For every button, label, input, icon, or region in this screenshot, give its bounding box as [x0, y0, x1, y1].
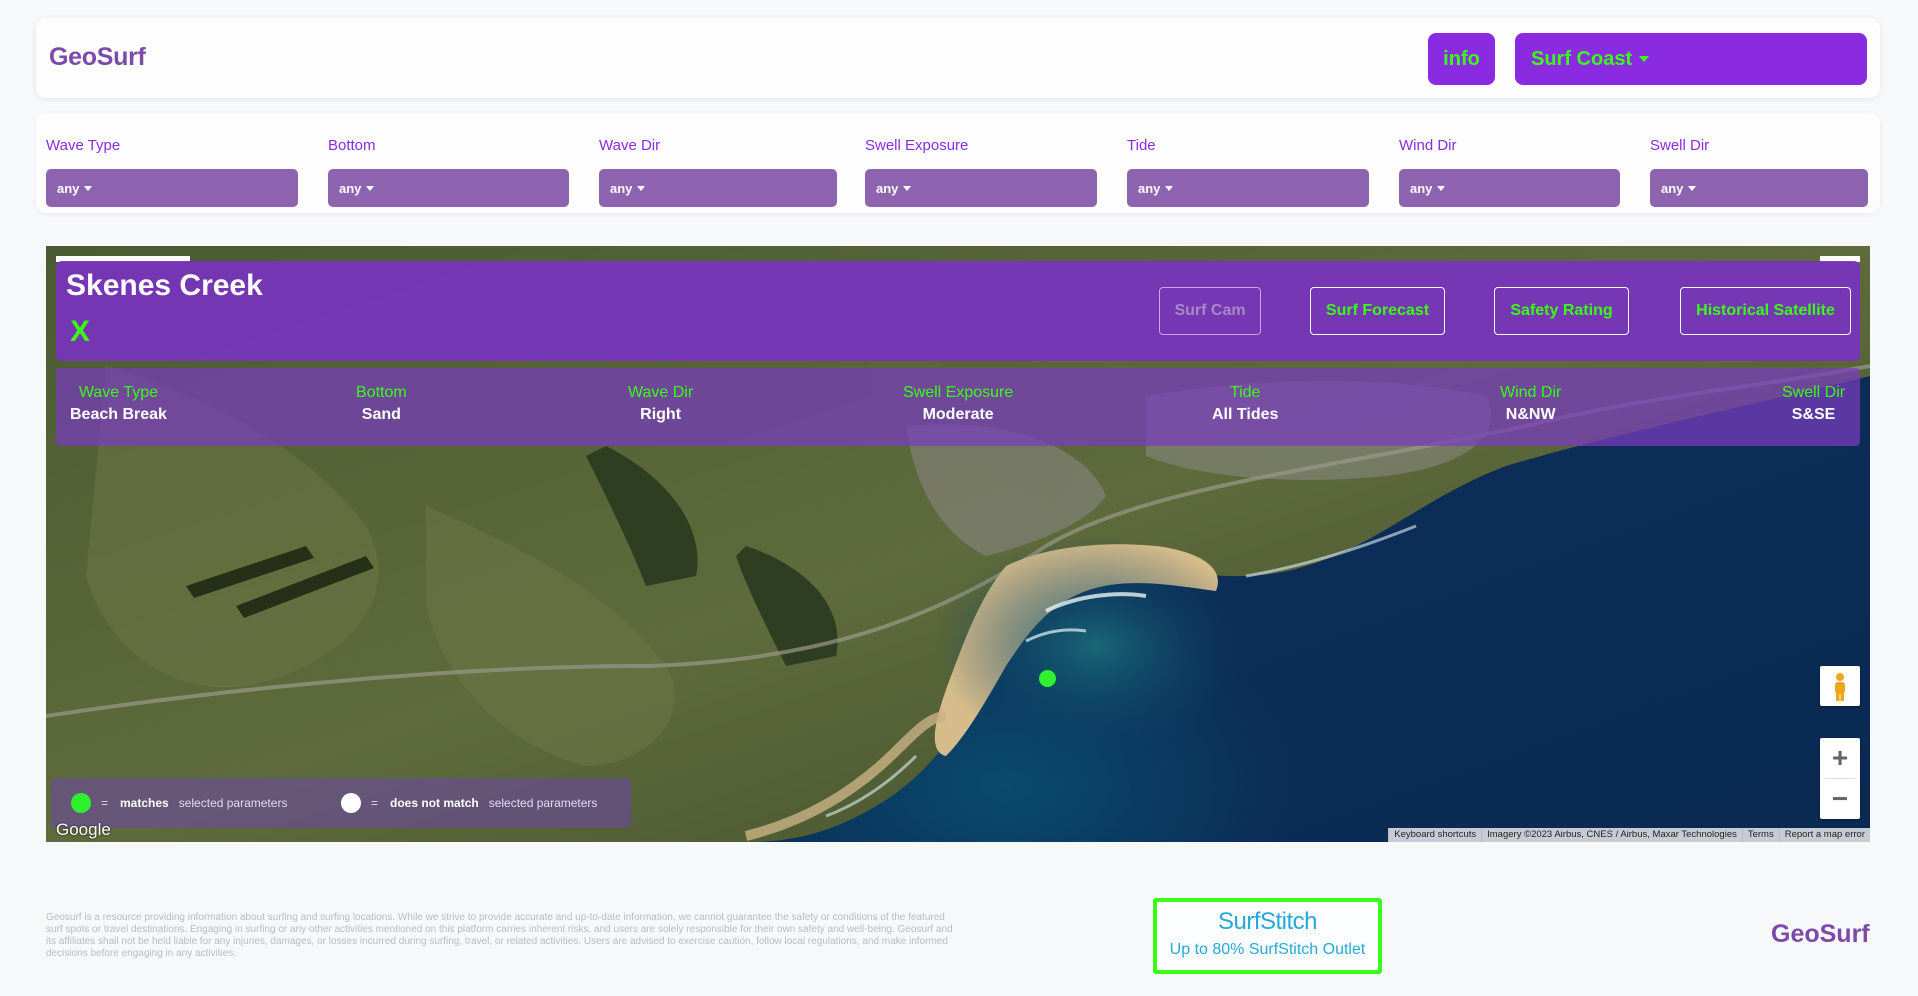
wind-dir-select[interactable]: any [1399, 169, 1620, 207]
imagery-credit: Imagery ©2023 Airbus, CNES / Airbus, Max… [1481, 828, 1742, 842]
legend-match-text: = matches selected parameters [101, 796, 287, 810]
attr-swell-exposure: Swell Exposure Moderate [903, 384, 1013, 424]
spot-attributes-panel: Wave Type Beach Break Bottom Sand Wave D… [56, 368, 1860, 446]
select-value: any [1661, 180, 1684, 196]
attr-tide: Tide All Tides [1212, 384, 1278, 424]
swell-exposure-select[interactable]: any [865, 169, 1097, 207]
satellite-map[interactable]: Skenes Creek X Surf Cam Surf Forecast Sa… [46, 246, 1870, 842]
attr-value: Right [640, 406, 682, 423]
map-legend: = matches selected parameters = does not ma… [51, 778, 631, 828]
attr-wave-type: Wave Type Beach Break [70, 384, 167, 424]
attr-label: Wind Dir [1500, 384, 1562, 401]
equals-sign: = [101, 796, 109, 810]
spot-title: Skenes Creek [66, 269, 263, 302]
attr-value: N&NW [1505, 406, 1556, 423]
filter-label: Bottom [328, 137, 376, 154]
select-value: any [1410, 180, 1433, 196]
surfstitch-ad[interactable]: SurfStitch Up to 80% SurfStitch Outlet [1153, 898, 1382, 974]
surf-forecast-button[interactable]: Surf Forecast [1310, 287, 1445, 335]
equals-sign: = [371, 796, 379, 810]
attr-value: Moderate [922, 406, 994, 423]
street-view-pegman-icon[interactable] [1820, 666, 1860, 706]
filter-label: Tide [1127, 137, 1156, 154]
region-dropdown[interactable]: Surf Coast [1515, 33, 1867, 85]
spot-info-panel: Skenes Creek X Surf Cam Surf Forecast Sa… [56, 261, 1860, 361]
attr-value: Sand [361, 406, 401, 423]
attr-label: Bottom [356, 384, 407, 401]
surf-cam-button[interactable]: Surf Cam [1159, 287, 1261, 335]
region-label: Surf Coast [1531, 47, 1633, 70]
historical-satellite-button[interactable]: Historical Satellite [1680, 287, 1851, 335]
attr-swell-dir: Swell Dir S&SE [1782, 384, 1845, 424]
filter-bar: Wave Type any Bottom any Wave Dir any Sw… [36, 113, 1880, 213]
surf-spot-marker[interactable] [1039, 670, 1056, 687]
attr-bottom: Bottom Sand [356, 384, 407, 424]
caret-down-icon [1688, 185, 1697, 191]
close-icon[interactable]: X [70, 315, 90, 349]
filter-label: Wave Dir [599, 137, 661, 154]
zoom-in-button[interactable]: + [1820, 738, 1860, 778]
report-map-error-link[interactable]: Report a map error [1778, 828, 1870, 842]
select-value: any [610, 180, 633, 196]
attr-label: Swell Exposure [903, 384, 1014, 401]
zoom-out-button[interactable]: − [1820, 779, 1860, 819]
filter-label: Wave Type [46, 137, 121, 154]
zoom-controls: + − [1820, 738, 1860, 819]
attr-label: Swell Dir [1782, 384, 1846, 401]
select-value: any [876, 180, 899, 196]
caret-down-icon [366, 185, 375, 191]
bottom-select[interactable]: any [328, 169, 569, 207]
attr-label: Tide [1229, 384, 1261, 401]
legend-match-strong: matches [120, 796, 169, 810]
terms-link[interactable]: Terms [1741, 828, 1779, 842]
footer-geosurf-logo[interactable]: GeoSurf [1771, 920, 1870, 949]
attr-value: Beach Break [70, 406, 167, 423]
legend-match-rest: selected parameters [178, 796, 288, 810]
info-button[interactable]: info [1428, 33, 1495, 85]
attr-value: S&SE [1791, 406, 1836, 423]
legend-nomatch-rest: selected parameters [488, 796, 598, 810]
disclaimer-text: Geosurf is a resource providing informat… [46, 912, 953, 959]
ad-offer: Up to 80% SurfStitch Outlet [1169, 941, 1366, 958]
top-header: GeoSurf info Surf Coast [36, 18, 1880, 98]
select-value: any [339, 180, 362, 196]
nomatch-dot-icon [341, 793, 361, 813]
match-dot-icon [71, 793, 91, 813]
legend-nomatch-strong: does not match [390, 796, 479, 810]
swell-dir-select[interactable]: any [1650, 169, 1868, 207]
caret-down-icon [903, 185, 912, 191]
caret-down-icon [637, 185, 646, 191]
map-attribution: Keyboard shortcuts Imagery ©2023 Airbus,… [1388, 828, 1870, 842]
wave-type-select[interactable]: any [46, 169, 298, 207]
caret-down-icon [1639, 56, 1650, 62]
attr-label: Wave Type [78, 384, 159, 401]
attr-wave-dir: Wave Dir Right [628, 384, 693, 424]
filter-label: Wind Dir [1399, 137, 1457, 154]
select-value: any [57, 180, 80, 196]
keyboard-shortcuts-link[interactable]: Keyboard shortcuts [1388, 828, 1482, 842]
select-value: any [1138, 180, 1161, 196]
caret-down-icon [1437, 185, 1446, 191]
tide-select[interactable]: any [1127, 169, 1369, 207]
wave-dir-select[interactable]: any [599, 169, 837, 207]
google-logo[interactable]: Google [56, 820, 111, 840]
legend-nomatch-text: = does not match selected parameters [371, 796, 597, 810]
attr-wind-dir: Wind Dir N&NW [1500, 384, 1561, 424]
ad-brand: SurfStitch [1217, 908, 1318, 935]
caret-down-icon [84, 185, 93, 191]
attr-value: All Tides [1212, 406, 1279, 423]
geosurf-logo[interactable]: GeoSurf [49, 43, 146, 72]
filter-label: Swell Exposure [865, 137, 969, 154]
caret-down-icon [1165, 185, 1174, 191]
attr-label: Wave Dir [628, 384, 694, 401]
safety-rating-button[interactable]: Safety Rating [1494, 287, 1629, 335]
filter-label: Swell Dir [1650, 137, 1710, 154]
